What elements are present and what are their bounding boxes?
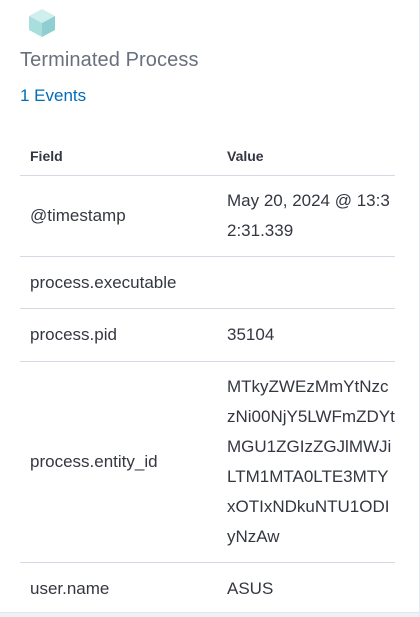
field-name: process.executable	[20, 256, 217, 309]
process-detail-panel: Terminated Process 1 Events Field Value …	[0, 0, 420, 617]
field-name: process.entity_id	[20, 361, 217, 563]
horizontal-scrollbar[interactable]	[0, 612, 420, 617]
field-value-text: 35104	[227, 325, 275, 344]
field-name: @timestamp	[20, 175, 217, 257]
field-value: May 20, 2024 @ 13:32:31.339	[217, 175, 395, 257]
field-value: 35104	[217, 308, 395, 362]
column-header-field[interactable]: Field	[20, 136, 217, 176]
cube-icon	[29, 9, 55, 37]
table-row: process.entity_id MTkyZWEzMmYtNzczNi00Nj…	[20, 361, 395, 563]
column-header-value[interactable]: Value	[217, 136, 395, 176]
field-name: process.pid	[20, 308, 217, 362]
field-name: user.name	[20, 562, 217, 616]
field-value-text: MTkyZWEzMmYtNzczNi00NjY5LWFmZDYtMGU1ZGIz…	[227, 377, 395, 546]
events-link[interactable]: 1 Events	[20, 86, 86, 106]
fields-table: Field Value @timestamp May 20, 2024 @ 13…	[20, 136, 395, 616]
table-header-row: Field Value	[20, 136, 395, 176]
panel-title: Terminated Process	[20, 49, 199, 71]
field-value: MTkyZWEzMmYtNzczNi00NjY5LWFmZDYtMGU1ZGIz…	[217, 361, 395, 563]
table-row: process.pid 35104	[20, 308, 395, 362]
table-row: process.executable	[20, 256, 395, 309]
field-value-text: ASUS	[227, 579, 274, 598]
field-value: ASUS	[217, 562, 395, 616]
table-row: user.name ASUS	[20, 562, 395, 616]
field-value	[217, 256, 395, 309]
field-value-text: May 20, 2024 @ 13:32:31.339	[227, 191, 390, 240]
table-row: @timestamp May 20, 2024 @ 13:32:31.339	[20, 175, 395, 257]
